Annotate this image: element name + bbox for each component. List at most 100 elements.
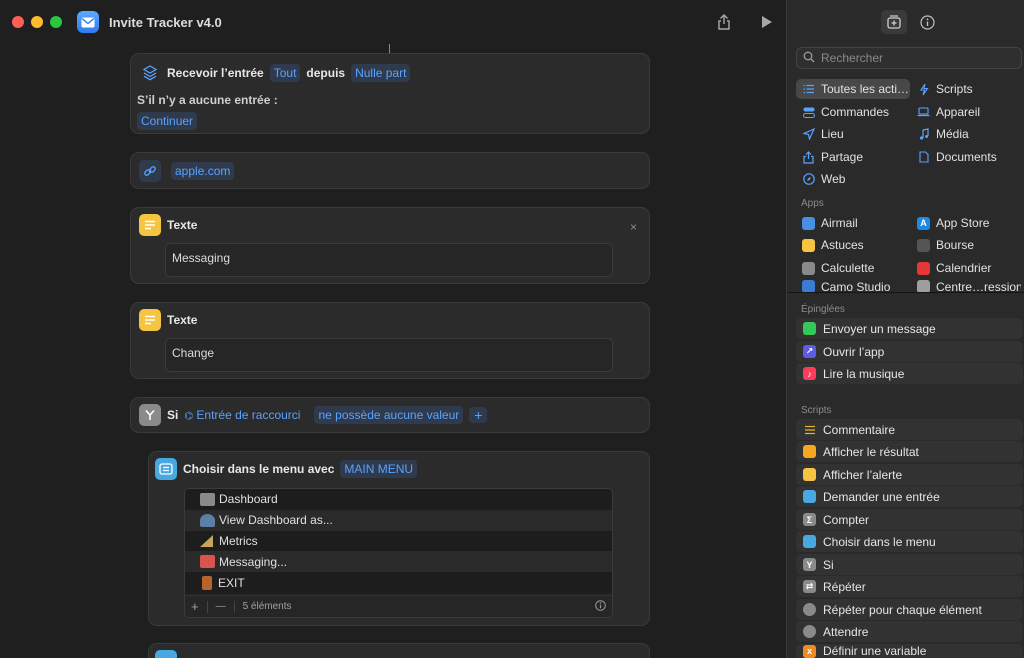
show-result-icon: [803, 445, 816, 458]
category-device[interactable]: Appareil: [911, 102, 1021, 122]
url-action[interactable]: apple.com: [130, 152, 650, 189]
minimize-window-button[interactable]: [31, 16, 43, 28]
app-airmail[interactable]: Airmail: [796, 213, 910, 233]
shortcut-input-token[interactable]: ⌬ Entrée de raccourci: [184, 408, 300, 422]
category-scripts[interactable]: Scripts: [911, 79, 1021, 99]
action-repeat-each[interactable]: Répéter pour chaque élément: [796, 599, 1023, 620]
category-media[interactable]: Média: [911, 124, 1021, 144]
text-lines-icon: [139, 214, 161, 236]
variable-icon: x: [803, 644, 816, 658]
app-app-store[interactable]: A App Store: [911, 213, 1021, 233]
action-open-app[interactable]: ↗ Ouvrir l’app: [796, 341, 1023, 362]
input-type-token[interactable]: Tout: [269, 64, 301, 82]
menu-prompt-token[interactable]: MAIN MENU: [340, 460, 418, 478]
info-icon[interactable]: [595, 599, 606, 614]
app-calendar[interactable]: Calendrier: [911, 258, 1021, 278]
category-label: Toutes les acti…: [821, 82, 910, 96]
app-calculator[interactable]: Calculette: [796, 258, 910, 278]
action-wait[interactable]: Attendre: [796, 621, 1023, 642]
branch-icon: Y: [803, 558, 816, 571]
category-all-actions[interactable]: Toutes les acti…: [796, 79, 910, 99]
menu-item-dashboard[interactable]: Dashboard: [185, 489, 612, 510]
share-icon[interactable]: [714, 12, 734, 32]
control-knobs-icon: [200, 492, 215, 506]
inbox-tray-icon: [200, 555, 215, 569]
toggles-icon: [802, 106, 815, 119]
input-source-token[interactable]: Nulle part: [351, 64, 411, 82]
app-stocks[interactable]: Bourse: [911, 235, 1021, 255]
condition-token[interactable]: ne possède aucune valeur: [314, 406, 464, 424]
add-action-icon[interactable]: [881, 10, 907, 34]
menu-item-messaging[interactable]: Messaging...: [185, 551, 612, 573]
action-label: Demander une entrée: [823, 489, 940, 504]
action-if[interactable]: Y Si: [796, 554, 1023, 575]
app-tips[interactable]: Astuces: [796, 235, 910, 255]
menu-item-label: Metrics: [219, 533, 258, 548]
library-search[interactable]: [796, 47, 1022, 69]
action-show-result[interactable]: Afficher le résultat: [796, 441, 1023, 462]
scripts-icon: [917, 83, 930, 96]
action-set-variable[interactable]: x Définir une variable: [796, 644, 1023, 658]
close-window-button[interactable]: [12, 16, 24, 28]
text-field-1[interactable]: Messaging: [165, 243, 613, 277]
zoom-window-button[interactable]: [50, 16, 62, 28]
category-documents[interactable]: Documents: [911, 147, 1021, 167]
action-send-message[interactable]: Envoyer un message: [796, 318, 1023, 339]
menu-items-list: Dashboard View Dashboard as... Metrics M…: [184, 488, 613, 618]
if-no-input-label: S’il n’y a aucune entrée :: [137, 93, 278, 107]
text-action-2-label: Texte: [167, 313, 198, 327]
action-show-alert[interactable]: Afficher l’alerte: [796, 464, 1023, 485]
receive-input-action[interactable]: Recevoir l’entrée Tout depuis Nulle part…: [130, 53, 650, 134]
menu-item-view-dashboard[interactable]: View Dashboard as...: [185, 509, 612, 531]
info-icon[interactable]: [914, 10, 940, 34]
menu-item-exit[interactable]: EXIT: [185, 572, 612, 593]
search-input[interactable]: [821, 51, 1011, 65]
category-sharing[interactable]: Partage: [796, 147, 910, 167]
receive-label: Recevoir l’entrée: [167, 66, 264, 80]
app-print-center[interactable]: Centre…ression: [911, 280, 1021, 292]
remove-menu-item-button[interactable]: —: [216, 601, 226, 612]
app-label: App Store: [936, 216, 990, 230]
add-menu-item-button[interactable]: +: [191, 599, 199, 614]
footer-divider: [233, 600, 235, 613]
text-lines-icon: [139, 309, 161, 331]
category-web[interactable]: Web: [796, 169, 910, 189]
branch-icon: [139, 404, 161, 426]
menu-item-metrics[interactable]: Metrics: [185, 530, 612, 552]
action-ask-for-input[interactable]: Demander une entrée: [796, 486, 1023, 507]
category-location[interactable]: Lieu: [796, 124, 910, 144]
if-row: Si ⌬ Entrée de raccourci ne possède aucu…: [139, 404, 488, 426]
action-choose-from-menu[interactable]: Choisir dans le menu: [796, 531, 1023, 552]
triangular-ruler-icon: [200, 534, 213, 547]
shortcut-editor: Invite Tracker v4.0 Recevoir l’entrée To…: [0, 0, 786, 658]
comment-lines-icon: [803, 423, 816, 436]
library-divider[interactable]: [787, 292, 1024, 293]
category-controls[interactable]: Commandes: [796, 102, 910, 122]
menu-item-label: Dashboard: [219, 492, 278, 507]
if-action[interactable]: Si ⌬ Entrée de raccourci ne possède aucu…: [130, 397, 650, 433]
add-condition-button[interactable]: +: [469, 407, 488, 423]
action-play-music[interactable]: ♪ Lire la musique: [796, 363, 1023, 384]
url-value-token[interactable]: apple.com: [171, 162, 235, 180]
message-bubble-icon: [803, 322, 816, 335]
category-label: Partage: [821, 150, 864, 164]
action-count[interactable]: Σ Compter: [796, 509, 1023, 530]
next-action-partial[interactable]: [148, 643, 650, 658]
action-repeat[interactable]: ⇄ Répéter: [796, 576, 1023, 597]
repeat-each-icon: [803, 603, 816, 616]
text-field-2[interactable]: Change: [165, 338, 613, 372]
repeat-icon: ⇄: [803, 580, 816, 593]
door-icon: [202, 575, 212, 590]
action-comment[interactable]: Commentaire: [796, 419, 1023, 440]
location-arrow-icon: [802, 128, 815, 141]
layers-icon: ⌬: [184, 411, 194, 422]
app-label: Camo Studio: [821, 280, 891, 292]
continue-token[interactable]: Continuer: [137, 112, 198, 130]
menu-footer: + — 5 éléments: [185, 595, 612, 617]
clock-icon: [803, 625, 816, 638]
run-button[interactable]: [757, 12, 777, 32]
bust-icon: [200, 513, 215, 527]
close-icon[interactable]: ×: [630, 220, 637, 234]
app-camo-studio[interactable]: Camo Studio: [796, 280, 910, 292]
apps-section-title: Apps: [801, 198, 824, 209]
